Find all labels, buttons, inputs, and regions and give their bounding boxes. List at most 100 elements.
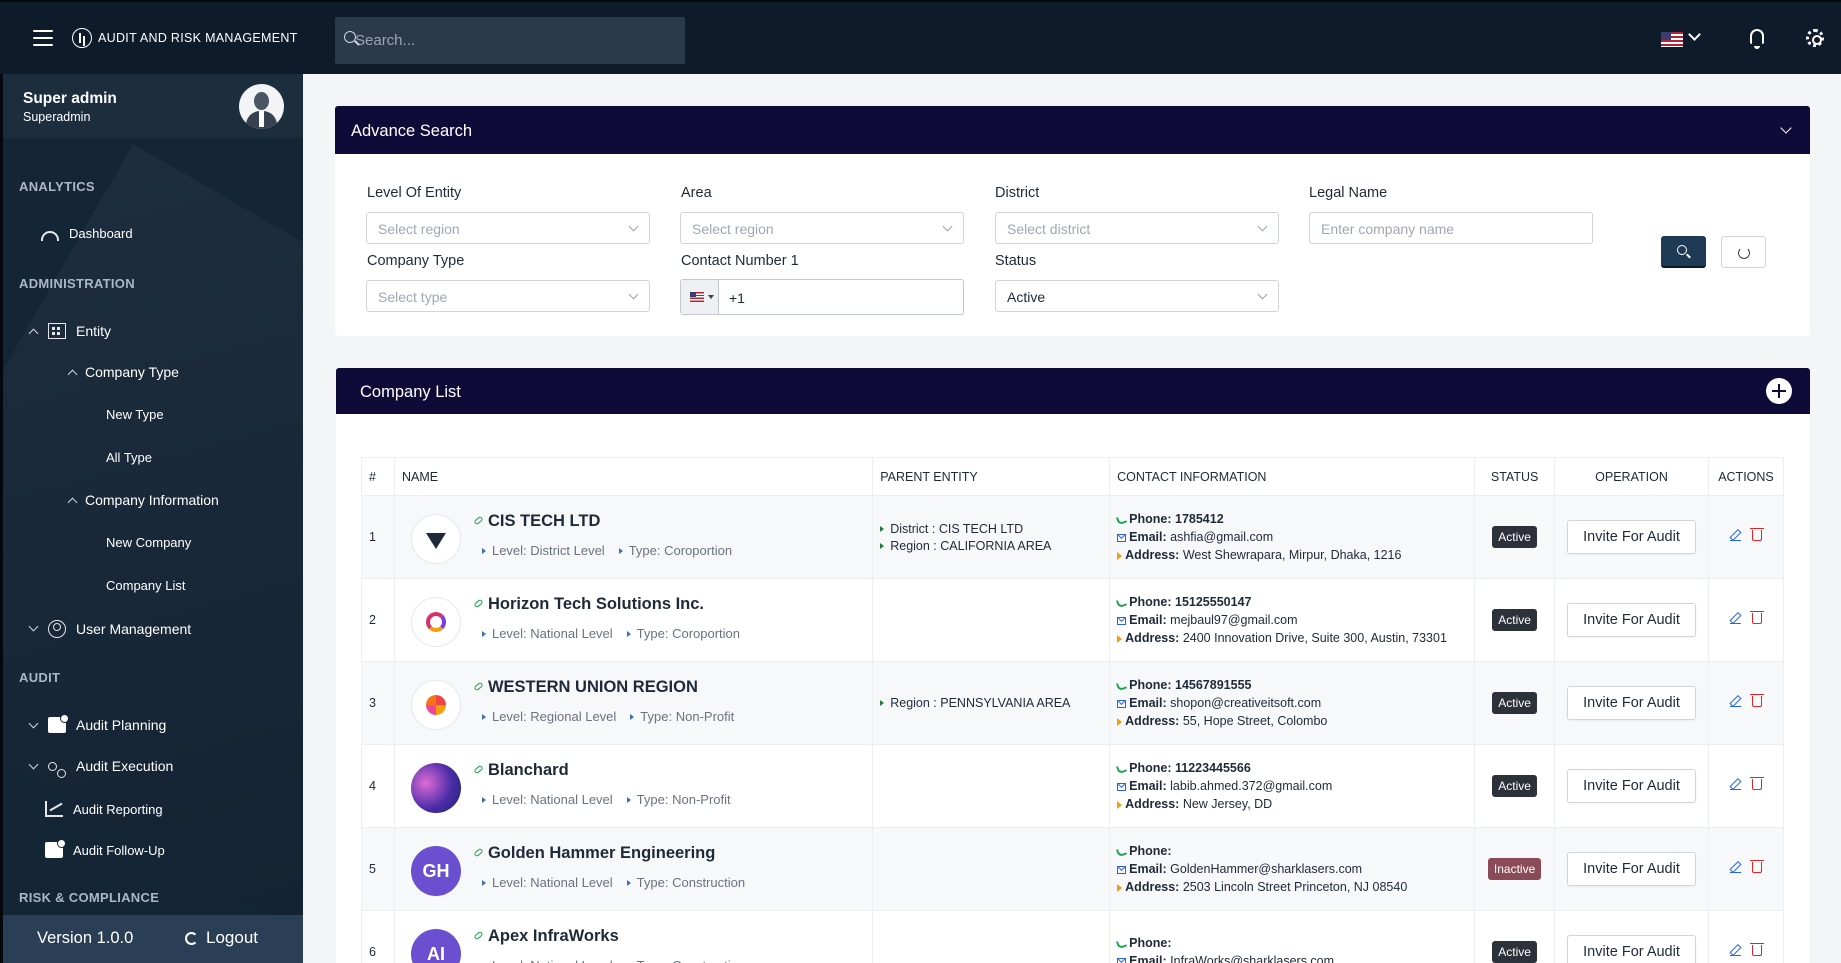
chevron-down-icon[interactable] (28, 718, 39, 729)
edit-icon[interactable] (1729, 862, 1741, 873)
actions-cell (1707, 578, 1785, 662)
edit-icon[interactable] (1729, 696, 1741, 707)
sidebar-item-all-type[interactable]: All Type (106, 450, 152, 465)
chevron-up-icon[interactable] (28, 328, 39, 339)
company-level: National Level (530, 875, 613, 890)
menu-icon[interactable] (33, 30, 53, 46)
user-profile[interactable]: Super admin Superadmin (3, 74, 303, 138)
sidebar-item-audit-execution[interactable]: Audit Execution (48, 758, 173, 778)
area-select[interactable]: Select region (680, 212, 964, 244)
company-name[interactable]: Golden Hammer Engineering (488, 844, 715, 863)
actions-cell (1707, 910, 1785, 963)
legal-name-placeholder: Enter company name (1321, 221, 1455, 237)
chevron-down-icon[interactable] (1780, 122, 1792, 134)
chevron-down-icon[interactable] (28, 759, 39, 770)
chevron-up-icon[interactable] (67, 369, 78, 380)
delete-icon[interactable] (1749, 694, 1764, 707)
legal-name-input[interactable]: Enter company name (1309, 212, 1593, 244)
delete-icon[interactable] (1749, 611, 1764, 624)
country-code-select[interactable] (681, 280, 719, 314)
sidebar-item-user-management[interactable]: User Management (48, 620, 191, 638)
sidebar-item-entity[interactable]: Entity (48, 323, 111, 339)
bell-icon[interactable] (1750, 29, 1764, 49)
sidebar-item-label: Company Type (85, 364, 179, 380)
invite-for-audit-button[interactable]: Invite For Audit (1567, 852, 1696, 886)
mail-icon (1117, 700, 1127, 708)
sidebar-item-audit-follow-up[interactable]: Audit Follow-Up (45, 839, 165, 858)
edit-icon[interactable] (1729, 530, 1741, 541)
gear-icon[interactable] (1806, 29, 1824, 47)
delete-icon[interactable] (1749, 777, 1764, 790)
sidebar-item-company-information[interactable]: Company Information (85, 492, 219, 508)
company-type-select[interactable]: Select type (366, 280, 650, 312)
invite-for-audit-button[interactable]: Invite For Audit (1567, 935, 1696, 963)
company-name[interactable]: Horizon Tech Solutions Inc. (488, 595, 704, 614)
district-select[interactable]: Select district (995, 212, 1279, 244)
company-level: Regional Level (530, 709, 617, 724)
company-name[interactable]: Blanchard (488, 761, 569, 780)
phone-icon (1116, 514, 1128, 526)
column-header: STATUS (1474, 457, 1556, 496)
search-button[interactable] (1661, 236, 1706, 268)
chevron-down-icon[interactable] (28, 621, 39, 632)
sidebar-item-label: Audit Planning (76, 717, 167, 733)
email-value: GoldenHammer@sharklasers.com (1170, 862, 1363, 876)
contact-number-field[interactable]: +1 (680, 279, 964, 315)
company-table: # NAME PARENT ENTITY CONTACT INFORMATION… (361, 457, 1785, 963)
company-name[interactable]: CIS TECH LTD (488, 512, 600, 531)
add-company-button[interactable] (1766, 378, 1792, 404)
sidebar-item-audit-reporting[interactable]: Audit Reporting (45, 801, 163, 817)
address-value: West Shewrapara, Mirpur, Dhaka, 1216 (1182, 548, 1402, 562)
section-administration: ADMINISTRATION (19, 276, 135, 291)
company-meta: Level: National Level Type: Coroportion (481, 626, 740, 641)
invite-for-audit-button[interactable]: Invite For Audit (1567, 686, 1696, 720)
sidebar-item-new-type[interactable]: New Type (106, 407, 164, 422)
sidebar-item-audit-planning[interactable]: Audit Planning (48, 714, 167, 733)
avatar[interactable] (239, 84, 284, 129)
caret-right-icon (481, 714, 486, 720)
phone-label: Phone: (1129, 844, 1172, 858)
row-number: 5 (361, 827, 395, 911)
us-flag-icon[interactable] (1661, 32, 1683, 47)
advance-search-header[interactable]: Advance Search (335, 106, 1810, 154)
edit-icon[interactable] (1729, 613, 1741, 624)
contact-address: Address: New Jersey, DD (1117, 797, 1467, 811)
address-icon (1117, 801, 1123, 809)
phone-value: 14567891555 (1175, 678, 1252, 692)
company-name[interactable]: Apex InfraWorks (488, 927, 619, 946)
name-cell: Blanchard Level: National Level Type: Non-… (393, 744, 874, 828)
level-select[interactable]: Select region (366, 212, 650, 244)
actions-cell (1707, 827, 1785, 911)
invite-for-audit-button[interactable]: Invite For Audit (1567, 520, 1696, 554)
sidebar-item-company-type[interactable]: Company Type (85, 364, 179, 380)
caret-right-icon (481, 880, 486, 886)
invite-for-audit-button[interactable]: Invite For Audit (1567, 769, 1696, 803)
address-value: 2400 Innovation Drive, Suite 300, Austin… (1182, 631, 1447, 645)
brand[interactable]: AUDIT AND RISK MANAGEMENT (72, 28, 298, 48)
delete-icon[interactable] (1749, 860, 1764, 873)
company-name[interactable]: WESTERN UNION REGION (488, 678, 698, 697)
actions-cell (1707, 744, 1785, 828)
chevron-up-icon[interactable] (67, 497, 78, 508)
company-type: Non-Profit (672, 792, 731, 807)
edit-icon[interactable] (1729, 779, 1741, 790)
contact-email: Email: ashfia@gmail.com (1117, 530, 1467, 544)
operation-cell: Invite For Audit (1554, 744, 1709, 828)
sidebar-item-new-company[interactable]: New Company (106, 535, 191, 550)
sidebar-item-dashboard[interactable]: Dashboard (41, 226, 133, 241)
address-value: New Jersey, DD (1182, 797, 1273, 811)
delete-icon[interactable] (1749, 528, 1764, 541)
reset-button[interactable] (1721, 236, 1766, 268)
status-select[interactable]: Active (995, 280, 1279, 312)
sidebar-item-company-list[interactable]: Company List (106, 578, 185, 593)
caret-right-icon (481, 631, 486, 637)
company-type-label: Company Type (367, 253, 465, 269)
table-row: 6 AI Apex InfraWorks Level: National Level T… (361, 910, 1785, 963)
search-input[interactable] (335, 32, 685, 49)
delete-icon[interactable] (1749, 943, 1764, 956)
chevron-down-icon[interactable] (1688, 28, 1701, 41)
invite-for-audit-button[interactable]: Invite For Audit (1567, 603, 1696, 637)
edit-icon[interactable] (1729, 945, 1741, 956)
logout-button[interactable]: Logout (185, 928, 258, 948)
brand-logo-icon (72, 28, 92, 48)
